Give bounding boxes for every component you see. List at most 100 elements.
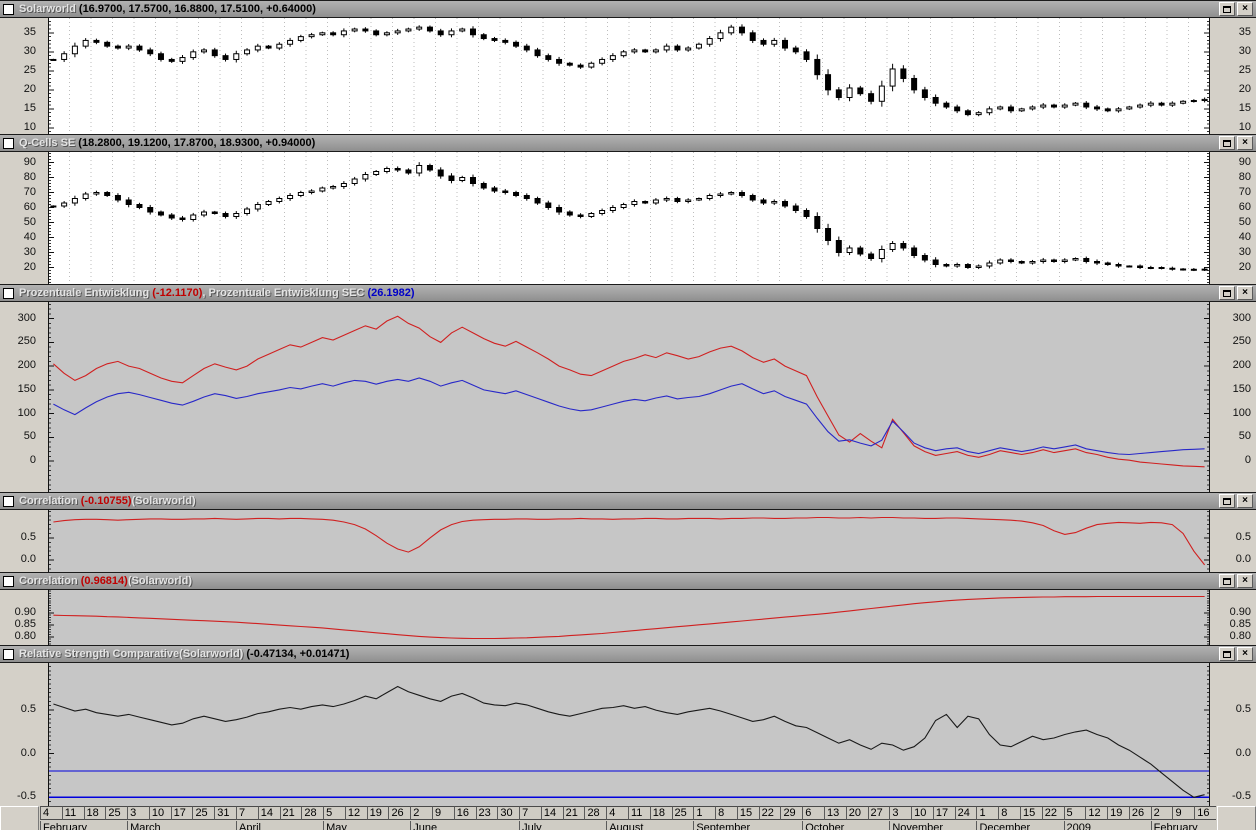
week-tick-label: 18 xyxy=(649,806,672,820)
week-tick-label: 11 xyxy=(628,806,650,820)
restore-icon xyxy=(1223,577,1231,585)
week-day-number: 22 xyxy=(761,807,774,819)
week-tick-label: 25 xyxy=(671,806,694,820)
window-icon[interactable] xyxy=(3,137,14,149)
close-button[interactable]: × xyxy=(1237,286,1253,300)
restore-button[interactable] xyxy=(1219,574,1235,588)
y-tick-label: 0.85 xyxy=(14,617,36,630)
title-segment: (18.2800, 19.1200, 17.8700, 18.9300, +0.… xyxy=(78,137,316,149)
panel-title: Q-Cells SE (18.2800, 19.1200, 17.8700, 1… xyxy=(19,137,1217,149)
week-day-number: 12 xyxy=(347,807,361,819)
chart-plot-correlation-1[interactable] xyxy=(48,510,1210,572)
restore-button[interactable] xyxy=(1219,286,1235,300)
week-day-number: 4 xyxy=(43,807,50,819)
chart-plot-solarworld[interactable] xyxy=(48,18,1210,134)
title-segment: (-0.47134, +0.01471) xyxy=(246,648,350,660)
y-tick-label: 0.0 xyxy=(1235,553,1251,566)
y-tick-label: 50 xyxy=(23,215,36,228)
close-button[interactable]: × xyxy=(1237,136,1253,150)
week-tick-label: 21 xyxy=(279,806,302,820)
y-tick-label: 0.5 xyxy=(20,703,36,716)
week-day-number: 21 xyxy=(565,807,578,819)
month-label: April xyxy=(236,821,323,830)
y-tick-label: 20 xyxy=(23,260,36,273)
title-segment: (-12.1170) xyxy=(152,287,203,299)
week-tick-label: 26 xyxy=(1128,806,1151,820)
panel-titlebar-q-cells-se[interactable]: Q-Cells SE (18.2800, 19.1200, 17.8700, 1… xyxy=(0,134,1256,152)
week-day-number: 23 xyxy=(478,807,491,819)
close-icon: × xyxy=(1242,3,1248,14)
window-icon[interactable] xyxy=(3,3,14,15)
date-scale-weeks[interactable]: 4 11 18 25 3 10 17 25 31 7 14 21 28 5 12 19 26 2 9 16 23 30 7 1… xyxy=(0,806,1256,821)
y-tick-label: 300 xyxy=(17,311,36,324)
panel-body: 35 30 25 20 15 10 35 30 25 20 15 10 xyxy=(0,18,1256,134)
date-scale-months[interactable]: February March April May June July August Septe… xyxy=(0,821,1256,830)
y-tick-label: 0.80 xyxy=(14,629,36,642)
week-tick-label: 1 xyxy=(976,806,999,820)
window-icon[interactable] xyxy=(3,575,14,587)
week-tick-label: 13 xyxy=(824,806,846,820)
restore-button[interactable] xyxy=(1219,136,1235,150)
month-name: June xyxy=(413,822,438,830)
month-name: February xyxy=(1153,822,1198,830)
month-name: July xyxy=(522,822,542,830)
close-button[interactable]: × xyxy=(1237,647,1253,661)
title-segment: (Solarworld) xyxy=(131,495,196,507)
chart-plot-correlation-2[interactable] xyxy=(48,590,1210,645)
week-day-number: 17 xyxy=(173,807,186,819)
week-tick-label: 8 xyxy=(715,806,737,820)
month-name: 2009 xyxy=(1066,822,1092,830)
close-button[interactable]: × xyxy=(1237,494,1253,508)
window-icon[interactable] xyxy=(3,287,14,299)
window-icon[interactable] xyxy=(3,648,14,660)
month-label: May xyxy=(323,821,410,830)
month-name: December xyxy=(979,822,1031,830)
week-day-number: 9 xyxy=(1175,807,1182,819)
panel-titlebar-correlation-2[interactable]: Correlation (0.96814)(Solarworld) × xyxy=(0,572,1256,590)
week-day-number: 1 xyxy=(696,807,703,819)
title-segment: (26.1982) xyxy=(367,287,415,299)
month-label: March xyxy=(127,821,236,830)
y-axis-right: 90 80 70 60 50 40 30 20 xyxy=(1210,152,1256,284)
month-label: June xyxy=(410,821,519,830)
week-day-number: 17 xyxy=(935,807,949,819)
week-day-number: 30 xyxy=(500,807,513,819)
close-icon: × xyxy=(1242,648,1248,659)
panel-body: 300 250 200 150 100 50 0 300 250 200 150 100 50 0 xyxy=(0,302,1256,492)
week-day-number: 8 xyxy=(1001,807,1008,819)
panel-titlebar-prozentuale-entwicklung[interactable]: Prozentuale Entwicklung (-12.1170), Proz… xyxy=(0,284,1256,302)
week-day-number: 9 xyxy=(435,807,442,819)
week-tick-label: 5 xyxy=(323,806,345,820)
panel-titlebar-relative-strength-comparative[interactable]: Relative Strength Comparative(Solarworld… xyxy=(0,645,1256,663)
week-day-number: 25 xyxy=(108,807,121,819)
y-axis-left: 0.90 0.85 0.80 xyxy=(0,590,48,645)
week-day-number: 11 xyxy=(631,807,643,819)
week-day-number: 2 xyxy=(1153,807,1160,819)
chart-plot-prozentuale-entwicklung[interactable] xyxy=(48,302,1210,492)
titlebar-buttons: × xyxy=(1217,647,1253,661)
y-tick-label: 250 xyxy=(1232,335,1251,348)
chart-plot-q-cells-se[interactable] xyxy=(48,152,1210,284)
close-icon: × xyxy=(1242,137,1248,148)
panel-title: Correlation (-0.10755)(Solarworld) xyxy=(19,495,1217,507)
y-tick-label: 0 xyxy=(29,454,36,467)
week-day-number: 31 xyxy=(217,807,230,819)
week-day-number: 19 xyxy=(1110,807,1123,819)
week-day-number: 16 xyxy=(456,807,470,819)
chart-plot-relative-strength-comparative[interactable] xyxy=(48,663,1210,806)
title-segment: Q-Cells SE xyxy=(19,137,79,149)
panel-titlebar-correlation-1[interactable]: Correlation (-0.10755)(Solarworld) × xyxy=(0,492,1256,510)
restore-button[interactable] xyxy=(1219,494,1235,508)
title-segment: Solarworld xyxy=(19,3,79,15)
close-button[interactable]: × xyxy=(1237,2,1253,16)
close-button[interactable]: × xyxy=(1237,574,1253,588)
month-label: October xyxy=(802,821,889,830)
restore-button[interactable] xyxy=(1219,647,1235,661)
week-day-number: 26 xyxy=(391,807,404,819)
month-label: September xyxy=(693,821,802,830)
restore-button[interactable] xyxy=(1219,2,1235,16)
panel-titlebar-solarworld[interactable]: Solarworld (16.9700, 17.5700, 16.8800, 1… xyxy=(0,0,1256,18)
window-icon[interactable] xyxy=(3,495,14,507)
week-day-number: 18 xyxy=(652,807,666,819)
week-tick-label: 14 xyxy=(257,806,280,820)
